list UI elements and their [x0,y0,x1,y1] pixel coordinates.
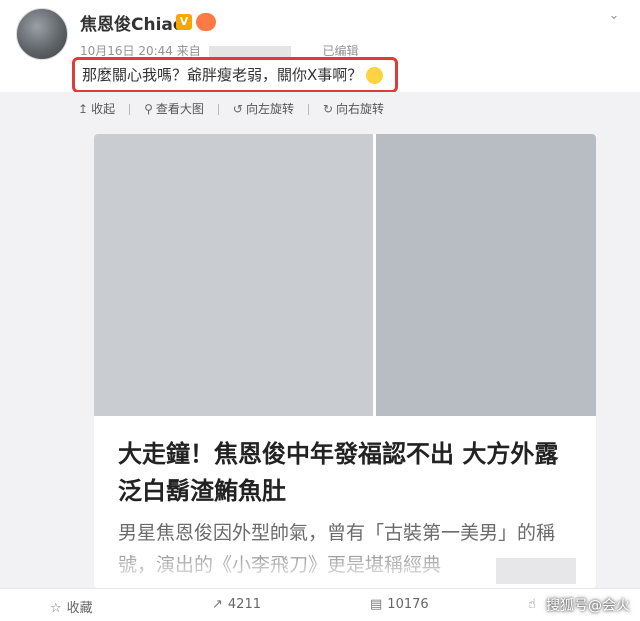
rotate-left-icon: ↺ [232,102,243,116]
like-button[interactable]: ☝ [528,597,541,612]
comment-button[interactable]: ▤ 10176 [370,597,429,612]
post-header: 焦恩俊Chiao V ⌄ 10月16日 20:44 来自 已编辑 那麼關心我嗎？… [0,0,640,93]
toolbar-divider [129,104,131,115]
post-source-prefix: 来自 [176,44,201,58]
photo-placeholder-right [376,134,596,416]
post-date: 10月16日 20:44 [80,44,173,58]
toolbar-divider [307,104,309,115]
share-icon: ↗ [212,597,223,612]
view-large-label: 查看大图 [155,102,204,116]
collapse-button[interactable]: ↥ 收起 [78,100,115,117]
username[interactable]: 焦恩俊Chiao [80,10,185,35]
rotate-right-icon: ↻ [322,102,334,116]
weibo-post-screen: 焦恩俊Chiao V ⌄ 10月16日 20:44 来自 已编辑 那麼關心我嗎？… [0,0,640,621]
post-text: 那麼關心我嗎？爺胖瘦老弱，關你X事啊？ [82,64,384,85]
photo-placeholder-left [94,134,373,416]
toolbar-divider [217,104,219,115]
collapse-icon: ↥ [78,102,89,116]
news-card-image[interactable]: 大走鐘！焦恩俊中年發福認不出 大方外露泛白鬍渣鮪魚肚 男星焦恩俊因外型帥氣，曾有… [94,134,596,588]
share-count: 4211 [227,597,261,612]
verified-badge-icon: V [176,14,192,30]
favorite-label: 收藏 [66,601,93,616]
favorite-button[interactable]: ☆ 收藏 [50,597,93,616]
watermark: 搜狐号@会火 [546,598,630,614]
image-toolbar: ↥ 收起 ⚲ 查看大图 ↺ 向左旋转 ↻ 向右旋转 [78,100,398,120]
view-large-button[interactable]: ⚲ 查看大图 [144,100,204,117]
blurred-source [208,45,291,58]
rotate-left-label: 向左旋转 [245,102,294,116]
action-bar: ☆ 收藏 ↗ 4211 ▤ 10176 ☝ 搜狐号@会火 [0,588,640,621]
smile-emoji-icon [366,67,384,84]
chevron-down-icon[interactable]: ⌄ [604,8,624,24]
vip-badge-icon [196,13,216,31]
thumb-up-icon: ☝ [528,597,536,612]
card-headline: 大走鐘！焦恩俊中年發福認不出 大方外露泛白鬍渣鮪魚肚 [118,440,559,505]
collapse-label: 收起 [91,102,116,116]
edited-label[interactable]: 已编辑 [322,44,358,58]
share-button[interactable]: ↗ 4211 [212,597,261,612]
comment-count: 10176 [387,597,429,612]
star-icon: ☆ [50,601,62,616]
rotate-right-button[interactable]: ↻ 向右旋转 [323,100,384,117]
blurred-region [496,558,576,584]
post-text-content: 那麼關心我嗎？爺胖瘦老弱，關你X事啊？ [82,66,363,84]
rotate-left-button[interactable]: ↺ 向左旋转 [233,100,294,117]
magnifier-icon: ⚲ [144,102,153,116]
comment-icon: ▤ [370,597,383,612]
avatar[interactable] [16,8,68,60]
rotate-right-label: 向右旋转 [336,102,385,116]
